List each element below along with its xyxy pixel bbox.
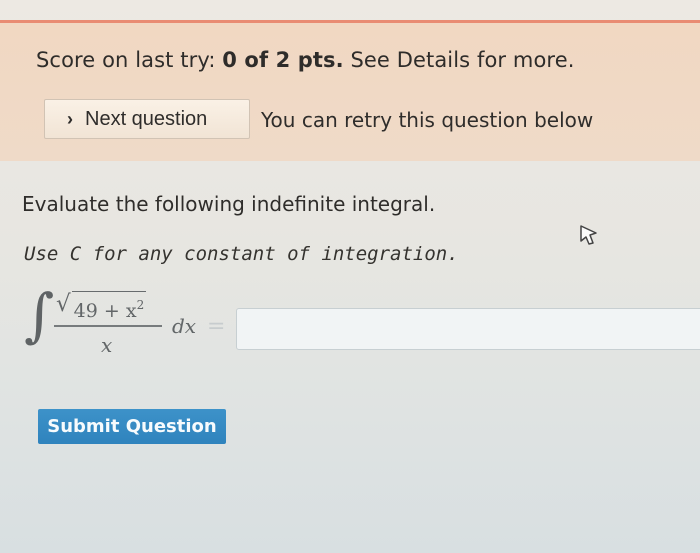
next-question-label: Next question [85,107,208,130]
integral-differential: dx [172,314,197,338]
question-prompt: Evaluate the following indefinite integr… [22,192,436,216]
integral-sign-icon: ∫ [24,281,55,349]
question-page: Score on last try: 0 of 2 pts. See Detai… [0,0,700,553]
next-question-button[interactable]: › Next question [44,99,250,139]
score-prefix: Score on last try: [36,48,223,72]
radicand-exponent: 2 [136,298,145,312]
submit-question-button[interactable]: Submit Question [38,409,226,444]
integral-numerator: √ 49 + x2 [56,291,147,322]
score-summary: Score on last try: 0 of 2 pts. See Detai… [36,48,575,72]
integration-constant-instruction: Use C for any constant of integration. [24,243,459,265]
answer-input[interactable] [236,308,700,350]
fraction-bar [54,325,162,327]
mouse-pointer-icon [580,225,597,245]
score-suffix: See Details for more. [343,48,575,72]
square-root-icon: √ [56,291,71,317]
integral-denominator: x [101,333,113,357]
retry-note: You can retry this question below [261,108,594,132]
radicand: 49 + x2 [71,291,147,322]
score-value: 0 of 2 pts. [222,48,344,72]
score-status-panel [0,23,700,161]
chevron-right-icon: › [67,108,73,129]
radicand-base: 49 + x [73,300,137,322]
equals-sign: = [207,314,226,339]
